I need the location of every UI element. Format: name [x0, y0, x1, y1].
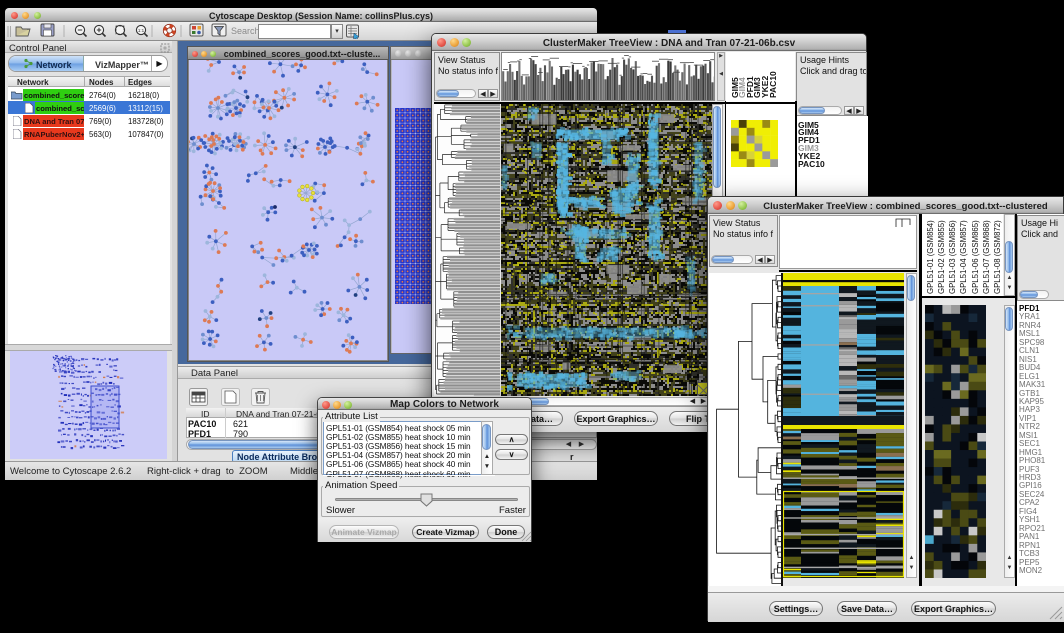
svg-text:1:1: 1:1: [138, 28, 145, 33]
